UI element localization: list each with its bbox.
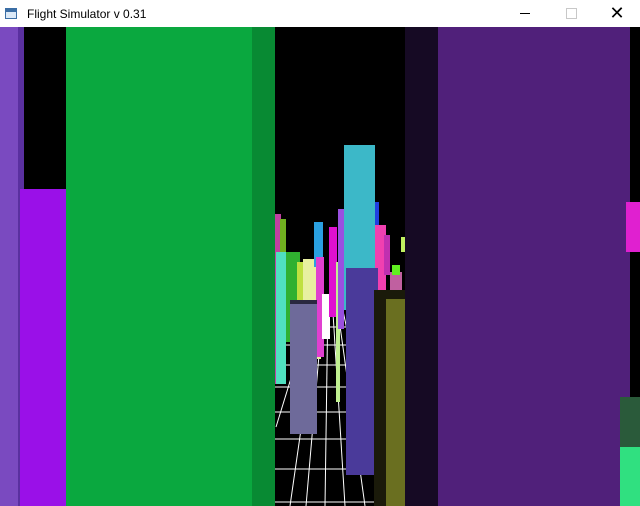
building-purple <box>438 27 630 506</box>
app-window: Flight Simulator v 0.31 ✕ <box>0 0 640 506</box>
minimize-icon <box>520 13 530 14</box>
right-buildings <box>405 27 640 506</box>
building-slate <box>290 302 317 434</box>
left-buildings <box>0 27 275 506</box>
close-icon: ✕ <box>609 3 625 23</box>
maximize-icon <box>565 8 577 19</box>
scene-canvas <box>0 27 640 506</box>
building-indigo <box>346 268 378 475</box>
close-button[interactable]: ✕ <box>594 0 640 27</box>
3d-viewport[interactable] <box>0 27 640 506</box>
app-window-icon <box>5 7 19 21</box>
building-dark-purple-side <box>405 27 441 506</box>
title-bar[interactable]: Flight Simulator v 0.31 ✕ <box>0 0 640 27</box>
building-green-side <box>252 27 275 506</box>
building-magenta <box>626 202 640 252</box>
building-olive <box>386 299 406 506</box>
window-controls: ✕ <box>502 0 640 27</box>
minimize-button[interactable] <box>502 0 548 27</box>
maximize-button[interactable] <box>548 0 594 27</box>
building-violet <box>20 189 70 506</box>
building-green <box>66 27 254 506</box>
window-title: Flight Simulator v 0.31 <box>27 6 147 21</box>
building-lavender <box>0 27 20 506</box>
